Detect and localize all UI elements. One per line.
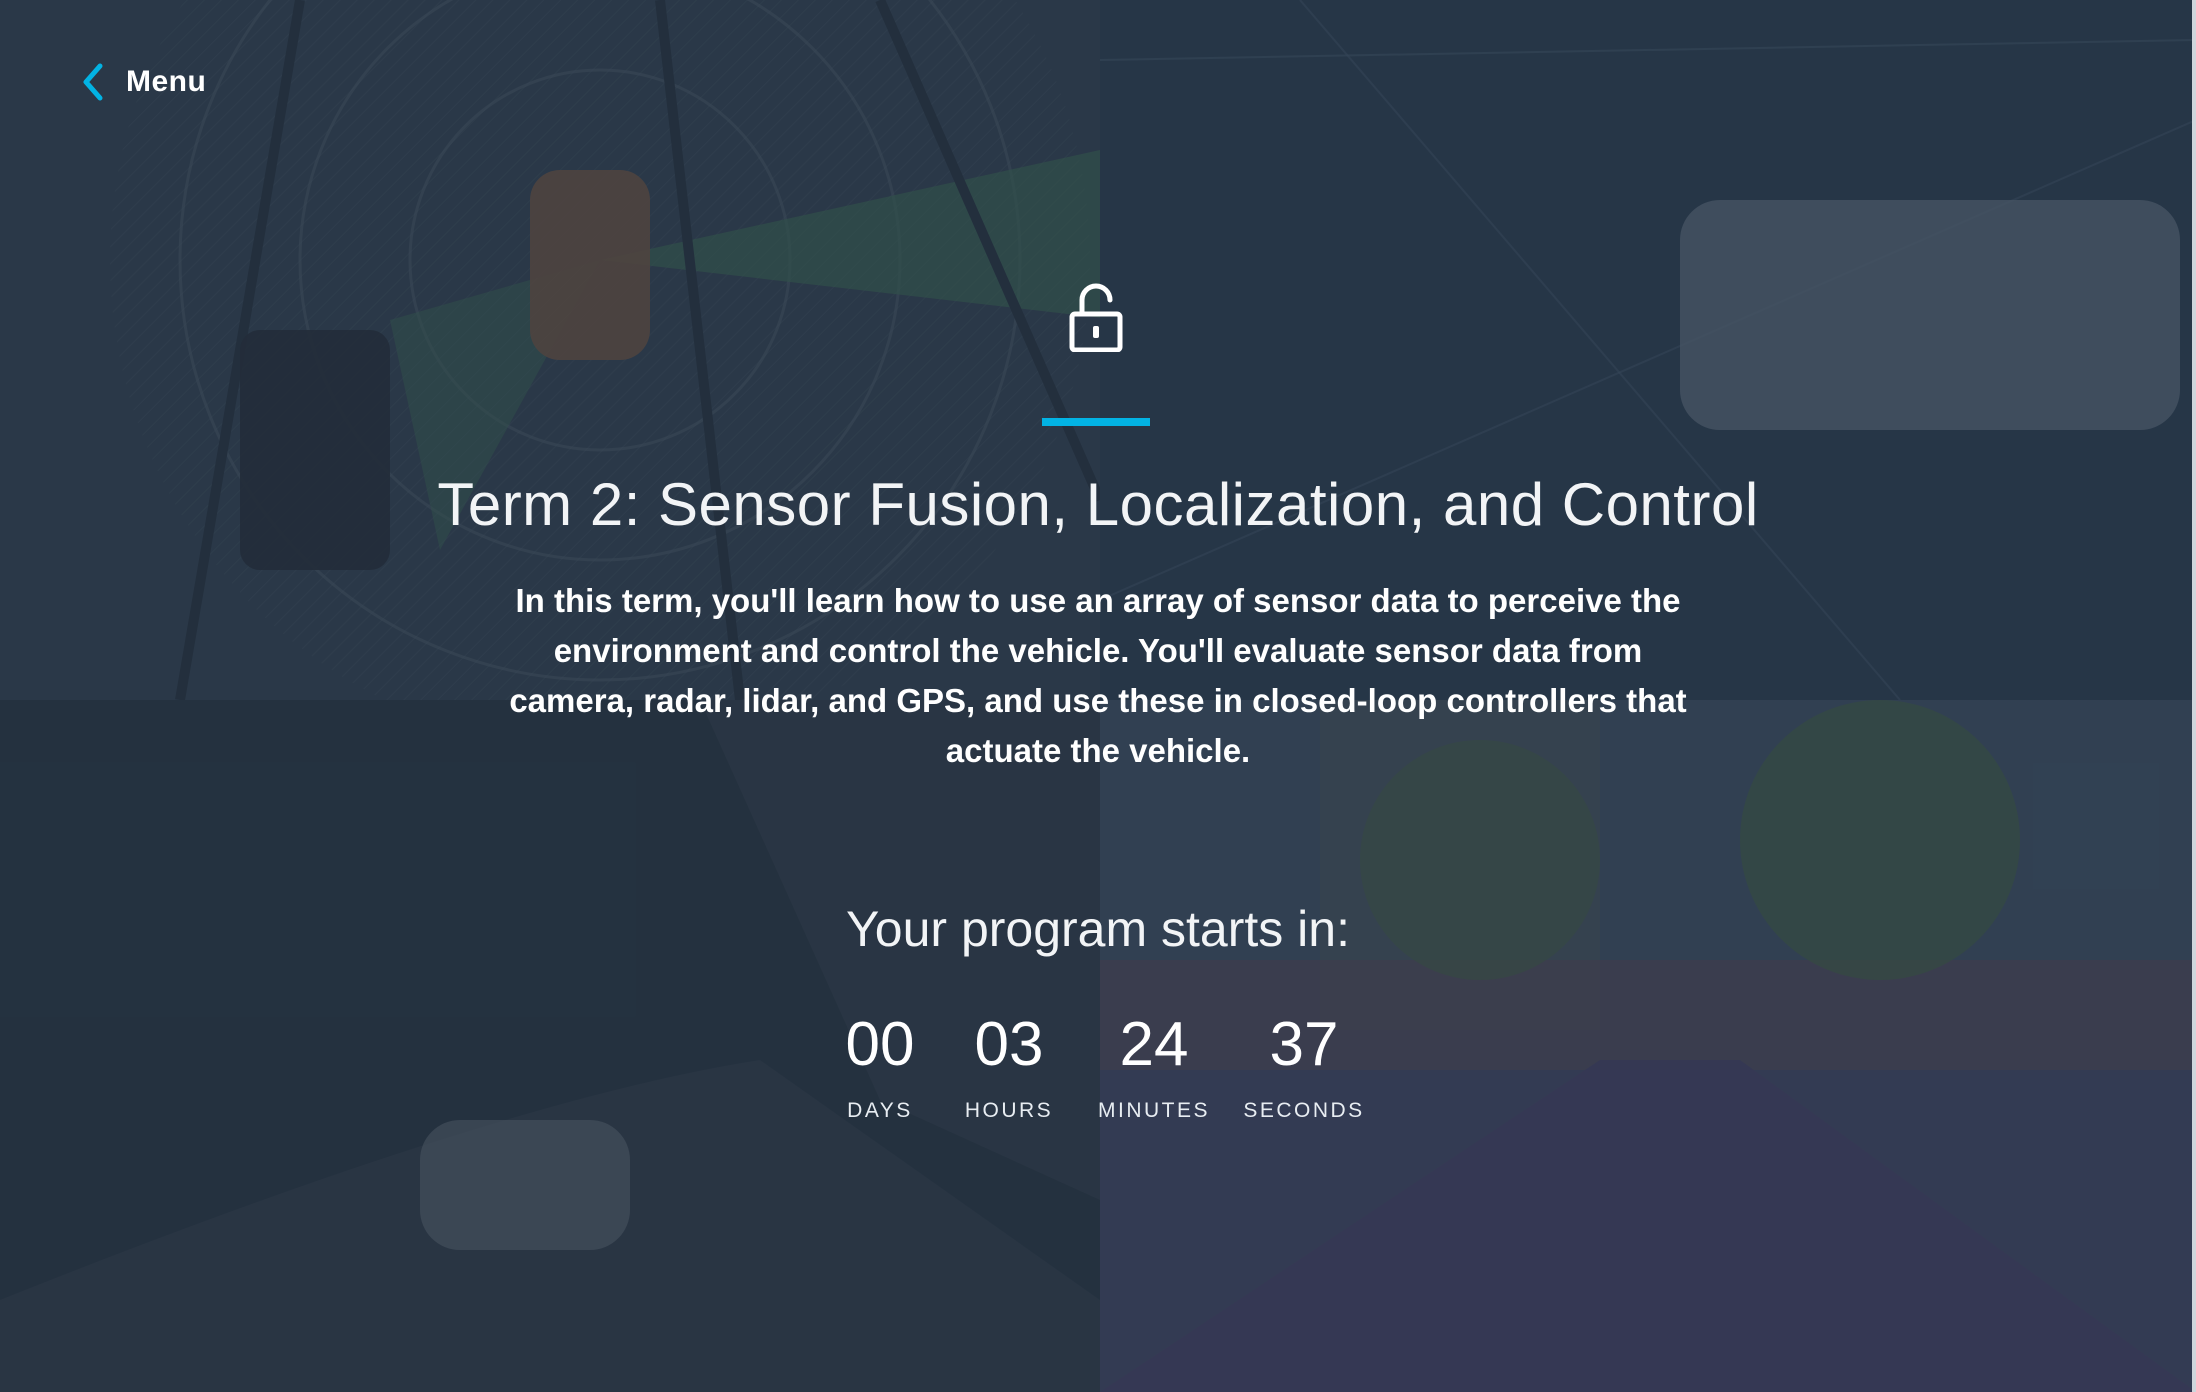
menu-button[interactable]: Menu <box>80 62 206 102</box>
days-label: DAYS <box>847 1099 913 1122</box>
right-edge-strip <box>2192 0 2196 1392</box>
minutes-label: MINUTES <box>1098 1099 1210 1122</box>
chevron-left-icon <box>80 62 106 102</box>
hours-label: HOURS <box>964 1099 1054 1122</box>
countdown-minutes: 24 MINUTES <box>1084 1005 1224 1125</box>
days-value: 00 <box>845 1010 915 1079</box>
term-description: In this term, you'll learn how to use an… <box>509 582 1687 769</box>
countdown-heading: Your program starts in: <box>846 901 1350 957</box>
countdown-days: 00 DAYS <box>830 1005 930 1125</box>
hours-value: 03 <box>974 1010 1044 1079</box>
countdown-timer: 00 DAYS 03 HOURS 24 MINUTES 37 SECONDS <box>830 1005 1380 1125</box>
unlocked-padlock-icon <box>1068 280 1124 353</box>
term-title: Term 2: Sensor Fusion, Localization, and… <box>437 471 1759 538</box>
menu-label: Menu <box>126 65 207 98</box>
accent-divider <box>1042 418 1150 426</box>
seconds-value: 37 <box>1269 1010 1339 1079</box>
minutes-value: 24 <box>1119 1010 1189 1079</box>
seconds-label: SECONDS <box>1243 1099 1365 1122</box>
countdown-seconds: 37 SECONDS <box>1228 1005 1380 1125</box>
countdown-hours: 03 HOURS <box>938 1005 1080 1125</box>
